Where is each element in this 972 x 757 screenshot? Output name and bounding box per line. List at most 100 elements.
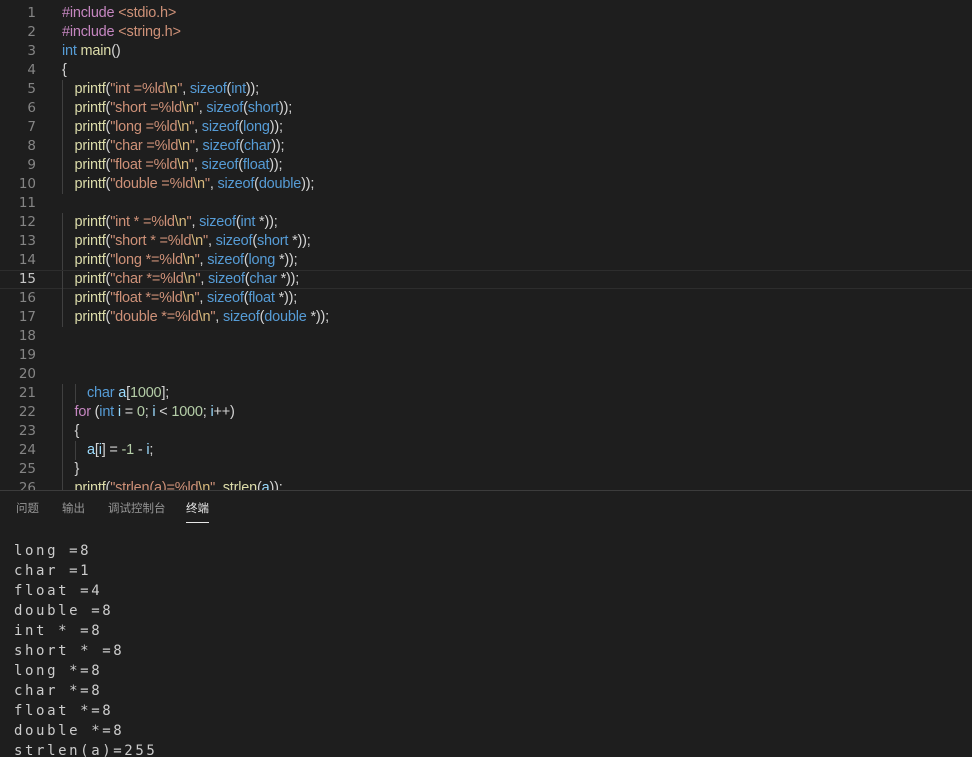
code-token: < — [155, 404, 172, 420]
line-number: 3 — [27, 43, 36, 59]
code-text: printf("long =%ld\n", sizeof(long)); — [75, 118, 284, 137]
code-line[interactable]: 26 printf("strlen(a)=%ld\n", strlen(a)); — [0, 479, 972, 490]
code-text: printf("short * =%ld\n", sizeof(short *)… — [75, 232, 311, 251]
code-line[interactable]: 9 printf("float =%ld\n", sizeof(float)); — [0, 156, 972, 175]
code-line[interactable]: 22 for (int i = 0; i < 1000; i++) — [0, 403, 972, 422]
code-token: float — [242, 157, 270, 173]
terminal-line: short * =8 — [14, 643, 125, 659]
code-line[interactable]: 10 printf("double =%ld\n", sizeof(double)… — [0, 175, 972, 194]
code-token: \n — [177, 119, 190, 135]
code-line[interactable]: 6 printf("short =%ld\n", sizeof(short)); — [0, 99, 972, 118]
code-line[interactable]: 7 printf("long =%ld\n", sizeof(long)); — [0, 118, 972, 137]
line-number: 14 — [18, 252, 36, 268]
code-text: printf("char =%ld\n", sizeof(char)); — [75, 137, 285, 156]
code-token: "char *=%ld — [110, 271, 184, 287]
indent-guide — [62, 156, 63, 175]
code-token: sizeof — [201, 119, 239, 135]
line-number: 5 — [27, 81, 36, 97]
code-token: printf — [74, 157, 106, 173]
code-token: \n — [182, 100, 194, 116]
tab-debug-console[interactable]: 调试控制台 — [108, 500, 166, 522]
code-token: *)); — [278, 252, 298, 268]
code-token: printf — [74, 233, 106, 249]
code-line[interactable]: 5 printf("int =%ld\n", sizeof(int)); — [0, 80, 972, 99]
code-token: \n — [198, 480, 211, 490]
terminal-output[interactable]: long =8 char =1 float =4 double =8 int *… — [14, 541, 157, 757]
code-token: ; — [149, 442, 154, 458]
code-line[interactable]: 20 — [0, 365, 972, 384]
code-token: int — [62, 43, 81, 59]
code-token: <stdio.h> — [118, 5, 177, 21]
indent-guide — [62, 422, 63, 441]
line-number: 20 — [18, 366, 36, 382]
indent-guide — [62, 441, 63, 460]
code-token: for — [74, 404, 95, 420]
code-token: sizeof — [199, 214, 236, 230]
code-line[interactable]: 14 printf("long *=%ld\n", sizeof(long *))… — [0, 251, 972, 270]
tab-problems[interactable]: 问题 — [16, 500, 39, 522]
terminal-line: double =8 — [14, 603, 114, 619]
code-token: sizeof — [215, 233, 253, 249]
indent-guide — [74, 384, 76, 403]
code-token: sizeof — [202, 138, 240, 154]
tab-output[interactable]: 输出 — [62, 500, 85, 522]
indent-guide — [62, 403, 63, 422]
code-line[interactable]: 4{ — [0, 61, 972, 80]
code-token: () — [111, 43, 121, 59]
code-text: #include <stdio.h> — [62, 4, 176, 23]
code-line[interactable]: 23 { — [0, 422, 972, 441]
indent-guide — [62, 213, 63, 232]
code-token: "int * =%ld — [110, 214, 175, 230]
line-number: 8 — [27, 138, 36, 154]
code-token: -1 — [121, 442, 135, 458]
code-token: ++) — [213, 404, 235, 420]
terminal-line: float =4 — [14, 583, 103, 599]
code-text: #include <string.h> — [62, 23, 181, 42]
code-line[interactable]: 8 printf("char =%ld\n", sizeof(char)); — [0, 137, 972, 156]
code-token: sizeof — [189, 81, 227, 97]
code-token: "short * =%ld — [110, 233, 192, 249]
indent-guide — [62, 99, 63, 118]
code-text: printf("short =%ld\n", sizeof(short)); — [75, 99, 293, 118]
code-token: a — [118, 385, 127, 401]
code-token: sizeof — [201, 157, 239, 173]
code-editor[interactable]: 1 #include <stdio.h> 2 #include <string.h> 3… — [0, 0, 972, 490]
indent-guide — [62, 271, 63, 290]
code-line[interactable]: 11 — [0, 194, 972, 213]
code-line[interactable]: 19 — [0, 346, 972, 365]
code-token: "char =%ld — [110, 138, 179, 154]
code-token: float — [248, 290, 279, 306]
code-token: \n — [183, 271, 196, 287]
terminal-line: char *=8 — [14, 683, 103, 699]
code-line[interactable]: 24 a[i] = -1 - i; — [0, 441, 972, 460]
code-token: "long *=%ld — [110, 252, 183, 268]
code-line[interactable]: 15 printf("char *=%ld\n", sizeof(char *))… — [0, 270, 972, 290]
code-line[interactable]: 12 printf("int * =%ld\n", sizeof(int *)); — [0, 213, 972, 232]
code-token: , — [191, 214, 200, 230]
code-line[interactable]: 3 int main() — [0, 42, 972, 61]
tab-terminal[interactable]: 终端 — [186, 500, 209, 523]
line-number: 1 — [27, 5, 36, 21]
code-line[interactable]: 21 char a[1000]; — [0, 384, 972, 403]
code-text: printf("int * =%ld\n", sizeof(int *)); — [75, 213, 278, 232]
code-token: - — [134, 442, 147, 458]
code-line[interactable]: 18 — [0, 327, 972, 346]
code-line[interactable]: 25} — [0, 460, 972, 479]
code-line[interactable]: 17 printf("double *=%ld\n", sizeof(double… — [0, 308, 972, 327]
code-token: \n — [182, 290, 195, 306]
code-line[interactable]: 13 printf("short * =%ld\n", sizeof(short … — [0, 232, 972, 251]
code-token: \n — [193, 176, 205, 192]
code-token: "float =%ld — [110, 157, 178, 173]
line-number: 17 — [18, 309, 36, 325]
bottom-panel: 问题 输出 调试控制台 终端 long =8 char =1 float =4 … — [0, 490, 972, 757]
code-line[interactable]: 2 #include <string.h> — [0, 23, 972, 42]
code-token: <string.h> — [118, 24, 181, 40]
code-line[interactable]: 1 #include <stdio.h> — [0, 4, 972, 23]
indent-guide — [74, 441, 76, 460]
code-token: , — [182, 81, 190, 97]
code-token: printf — [74, 271, 106, 287]
terminal-line: int * =8 — [14, 623, 103, 639]
code-line[interactable]: 16 printf("float *=%ld\n", sizeof(float *… — [0, 289, 972, 308]
indent-guide — [62, 118, 63, 137]
code-token: , — [200, 271, 208, 287]
